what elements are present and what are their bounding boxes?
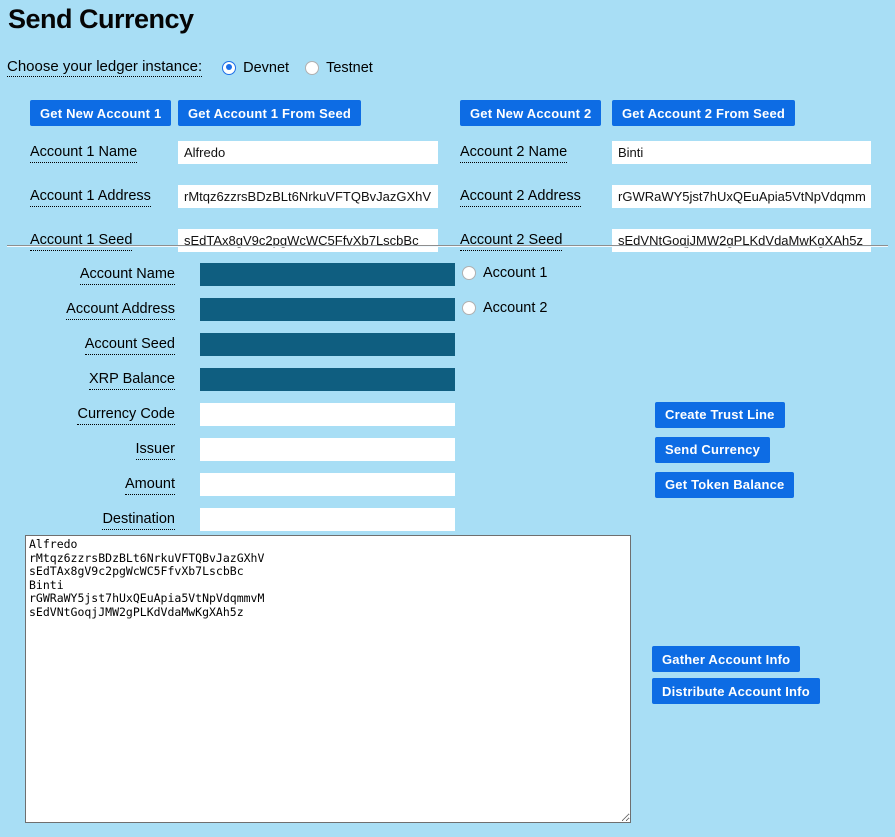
account2-seed-input[interactable] (612, 229, 871, 252)
account1-address-input[interactable] (178, 185, 438, 208)
issuer-label: Issuer (136, 441, 176, 460)
destination-field[interactable] (200, 508, 455, 531)
ledger-instance-label: Choose your ledger instance: (7, 58, 202, 77)
account2-select-radio[interactable] (462, 301, 476, 315)
amount-label: Amount (125, 476, 175, 495)
get-account2-from-seed-button[interactable]: Get Account 2 From Seed (612, 100, 795, 126)
account2-select-option[interactable]: Account 2 (462, 300, 548, 316)
account1-seed-label: Account 1 Seed (30, 232, 132, 251)
account-setup-section: Get New Account 1 Get Account 1 From See… (30, 100, 871, 258)
account2-address-label: Account 2 Address (460, 188, 581, 207)
account-seed-field[interactable] (200, 333, 455, 356)
gather-account-info-button[interactable]: Gather Account Info (652, 646, 800, 672)
page-title: Send Currency (8, 4, 194, 35)
send-currency-button[interactable]: Send Currency (655, 437, 770, 463)
currency-code-label: Currency Code (77, 406, 175, 425)
account1-select-label: Account 1 (483, 265, 548, 281)
account-address-field[interactable] (200, 298, 455, 321)
account2-address-input[interactable] (612, 185, 871, 208)
send-currency-form: Account Name Account 1 Account Address A… (0, 257, 794, 537)
devnet-radio[interactable] (222, 61, 236, 75)
account2-name-input[interactable] (612, 141, 871, 164)
account-name-label: Account Name (80, 266, 175, 285)
devnet-radio-label: Devnet (243, 60, 289, 76)
account-info-textarea[interactable]: Alfredo rMtqz6zzrsBDzBLt6NrkuVFTQBvJazGX… (25, 535, 631, 823)
send-currency-page: Send Currency Choose your ledger instanc… (0, 0, 895, 837)
get-token-balance-button[interactable]: Get Token Balance (655, 472, 794, 498)
issuer-field[interactable] (200, 438, 455, 461)
get-new-account1-button[interactable]: Get New Account 1 (30, 100, 171, 126)
account2-seed-label: Account 2 Seed (460, 232, 562, 251)
account-seed-label: Account Seed (85, 336, 175, 355)
account2-name-label: Account 2 Name (460, 144, 567, 163)
destination-label: Destination (102, 511, 175, 530)
testnet-option[interactable]: Testnet (305, 60, 373, 76)
account1-address-label: Account 1 Address (30, 188, 151, 207)
ledger-instance-chooser: Choose your ledger instance: Devnet Test… (7, 58, 389, 77)
account1-name-input[interactable] (178, 141, 438, 164)
xrp-balance-field[interactable] (200, 368, 455, 391)
devnet-option[interactable]: Devnet (222, 60, 289, 76)
account-address-label: Account Address (66, 301, 175, 320)
account1-select-radio[interactable] (462, 266, 476, 280)
account1-name-label: Account 1 Name (30, 144, 137, 163)
testnet-radio[interactable] (305, 61, 319, 75)
account1-seed-input[interactable] (178, 229, 438, 252)
section-divider (7, 245, 888, 246)
get-account1-from-seed-button[interactable]: Get Account 1 From Seed (178, 100, 361, 126)
account-name-field[interactable] (200, 263, 455, 286)
distribute-account-info-button[interactable]: Distribute Account Info (652, 678, 820, 704)
currency-code-field[interactable] (200, 403, 455, 426)
testnet-radio-label: Testnet (326, 60, 373, 76)
get-new-account2-button[interactable]: Get New Account 2 (460, 100, 601, 126)
amount-field[interactable] (200, 473, 455, 496)
xrp-balance-label: XRP Balance (89, 371, 175, 390)
account2-select-label: Account 2 (483, 300, 548, 316)
create-trust-line-button[interactable]: Create Trust Line (655, 402, 785, 428)
account1-select-option[interactable]: Account 1 (462, 265, 548, 281)
